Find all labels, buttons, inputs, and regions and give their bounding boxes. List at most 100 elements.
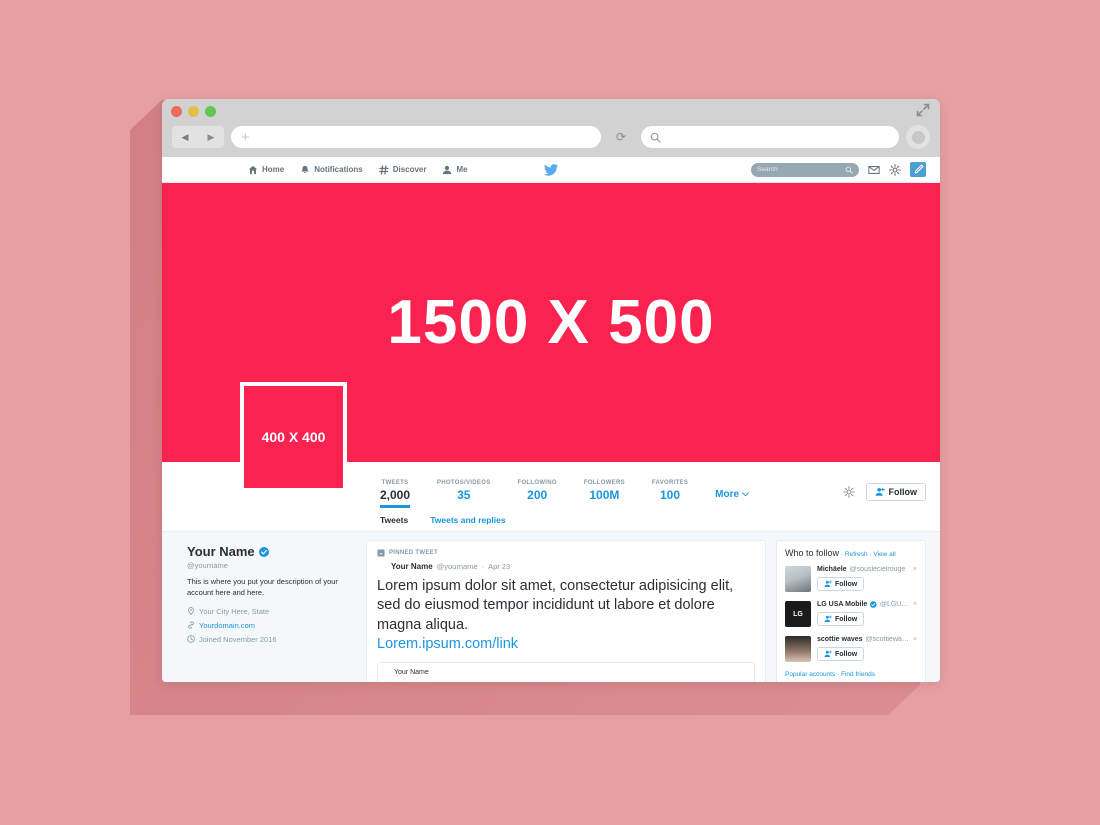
reload-button[interactable]: ⟳ xyxy=(608,126,634,148)
search-icon xyxy=(650,132,661,143)
browser-toolbar: ◀ ▶ + ⟳ xyxy=(162,123,940,157)
tab-tweets[interactable]: Tweets xyxy=(380,515,408,525)
nav-item-home[interactable]: Home xyxy=(248,165,284,175)
bell-icon xyxy=(301,165,309,173)
follow-button-label: Follow xyxy=(835,650,858,658)
tweet-header: Your Name @yourname · Apr 23 xyxy=(377,562,755,571)
back-button[interactable]: ◀ xyxy=(172,126,198,148)
close-window-button[interactable] xyxy=(171,105,182,117)
nav-item-me[interactable]: Me xyxy=(442,165,468,175)
suggested-user-name[interactable]: Michäele xyxy=(817,566,847,573)
avatar[interactable]: LG xyxy=(785,601,811,627)
add-person-icon xyxy=(824,650,832,657)
twitter-search-input[interactable]: Search xyxy=(751,162,859,177)
verified-badge-icon xyxy=(258,546,269,557)
profile-sidebar: Your Name @yourname This is where you pu… xyxy=(176,532,366,682)
stat-followers-label: FOLLOWERS xyxy=(583,480,625,486)
avatar[interactable] xyxy=(785,566,811,592)
suggested-user-name[interactable]: scottie waves xyxy=(817,636,863,643)
suggested-user-handle[interactable]: @LGUS... xyxy=(880,601,910,608)
twitter-bird-icon[interactable] xyxy=(543,163,559,176)
compose-tweet-icon xyxy=(914,164,923,174)
avatar-text: LG xyxy=(793,610,803,618)
tweet-author-name[interactable]: Your Name xyxy=(391,562,433,571)
browser-profile-button[interactable] xyxy=(906,125,930,149)
new-tab-icon[interactable]: + xyxy=(241,130,250,145)
stat-following-label: FOLLOWING xyxy=(517,480,557,486)
stat-following-value: 200 xyxy=(527,488,548,502)
more-dropdown-label: More xyxy=(715,489,740,500)
timeline-tabs: Tweets Tweets and replies xyxy=(162,508,940,532)
pinned-tweet-badge: PINNED TWEET xyxy=(377,549,755,557)
stat-followers[interactable]: FOLLOWERS 100M xyxy=(584,480,625,508)
nav-item-notifications[interactable]: Notifications xyxy=(300,165,363,175)
suggested-user-body: Michäele @souslecielrouge × Follow xyxy=(817,566,917,593)
find-friends-link[interactable]: Find friends xyxy=(841,671,875,678)
stat-tweets-value: 2,000 xyxy=(380,488,411,502)
gear-icon[interactable] xyxy=(842,486,855,498)
stat-photos-videos[interactable]: PHOTOS/VIDEOS 35 xyxy=(437,480,490,508)
stat-following[interactable]: FOLLOWING 200 xyxy=(518,480,557,508)
quoted-tweet-card[interactable]: Your Name Lorem ipsum dolor sit amet, co… xyxy=(377,662,755,682)
stat-favorites[interactable]: FAVORITES 100 xyxy=(652,480,688,508)
who-to-follow-refresh[interactable]: Refresh xyxy=(845,551,868,558)
suggested-user-body: scottie waves @scottiewaves × Follow xyxy=(817,636,917,663)
follow-button[interactable]: Follow xyxy=(817,577,865,591)
envelope-icon[interactable] xyxy=(868,164,880,176)
browser-titlebar xyxy=(162,99,940,123)
who-to-follow-title: Who to follow xyxy=(785,548,840,558)
tweet-date[interactable]: Apr 23 xyxy=(488,562,510,571)
popular-accounts-link[interactable]: Popular accounts xyxy=(785,671,835,678)
follow-button-label: Follow xyxy=(835,580,858,588)
chevron-down-icon xyxy=(742,492,750,497)
forward-button[interactable]: ▶ xyxy=(198,126,224,148)
suggested-user-item[interactable]: scottie waves @scottiewaves × Follow xyxy=(785,636,917,663)
person-icon xyxy=(443,165,452,174)
fullscreen-icon[interactable] xyxy=(916,103,930,117)
page-content: Your Name @yourname This is where you pu… xyxy=(162,532,940,682)
suggested-user-name[interactable]: LG USA Mobile xyxy=(817,601,867,608)
add-person-icon xyxy=(824,615,832,622)
follow-button[interactable]: Follow xyxy=(817,647,865,661)
who-to-follow-header: Who to follow · Refresh · View all xyxy=(785,548,917,558)
browser-window: ◀ ▶ + ⟳ Home Notifications Discover Me S… xyxy=(162,99,940,682)
pinned-tweet-card[interactable]: PINNED TWEET Your Name @yourname · Apr 2… xyxy=(366,540,766,682)
profile-avatar[interactable]: 400 X 400 xyxy=(240,382,347,492)
follow-button-label: Follow xyxy=(835,615,858,623)
profile-joined: Joined November 2016 xyxy=(187,635,352,644)
who-to-follow-view-all[interactable]: View all xyxy=(873,551,895,558)
suggested-user-handle[interactable]: @scottiewaves xyxy=(866,636,910,643)
suggested-user-item[interactable]: LG LG USA Mobile @LGUS... × Follow xyxy=(785,601,917,628)
follow-button[interactable]: Follow xyxy=(865,483,926,501)
tab-tweets-and-replies[interactable]: Tweets and replies xyxy=(430,515,505,525)
suggested-user-handle[interactable]: @souslecielrouge xyxy=(850,566,906,573)
avatar[interactable] xyxy=(785,636,811,662)
twitter-search-value: Search xyxy=(757,166,778,173)
tweet-author-handle[interactable]: @yourname xyxy=(437,562,478,571)
dismiss-suggestion-icon[interactable]: × xyxy=(913,601,917,608)
avatar-placeholder-text: 400 X 400 xyxy=(261,429,326,445)
compose-tweet-button[interactable] xyxy=(910,162,926,177)
browser-search-field[interactable] xyxy=(641,126,899,148)
address-bar[interactable]: + xyxy=(231,126,601,148)
follow-button-label: Follow xyxy=(888,487,918,497)
suggested-user-nameline: scottie waves @scottiewaves × xyxy=(817,636,917,643)
more-dropdown[interactable]: More xyxy=(715,489,750,508)
stat-tweets[interactable]: TWEETS 2,000 xyxy=(380,480,411,508)
who-to-follow-panel: Who to follow · Refresh · View all Micha… xyxy=(776,540,926,682)
follow-button[interactable]: Follow xyxy=(817,612,865,626)
dismiss-suggestion-icon[interactable]: × xyxy=(913,636,917,643)
location-pin-icon xyxy=(188,607,194,616)
profile-website[interactable]: Yourdomain.com xyxy=(187,621,352,630)
gear-icon[interactable] xyxy=(889,163,901,176)
maximize-window-button[interactable] xyxy=(205,105,216,117)
add-person-icon xyxy=(875,487,885,496)
suggested-user-item[interactable]: Michäele @souslecielrouge × Follow xyxy=(785,566,917,593)
profile-bio: This is where you put your description o… xyxy=(187,577,338,597)
profile-name-row: Your Name xyxy=(187,544,352,559)
nav-item-discover[interactable]: Discover xyxy=(378,164,426,175)
dismiss-suggestion-icon[interactable]: × xyxy=(913,566,917,573)
minimize-window-button[interactable] xyxy=(188,105,199,117)
stat-photos-videos-value: 35 xyxy=(457,488,471,502)
tweet-link[interactable]: Lorem.ipsum.com/link xyxy=(377,636,755,652)
